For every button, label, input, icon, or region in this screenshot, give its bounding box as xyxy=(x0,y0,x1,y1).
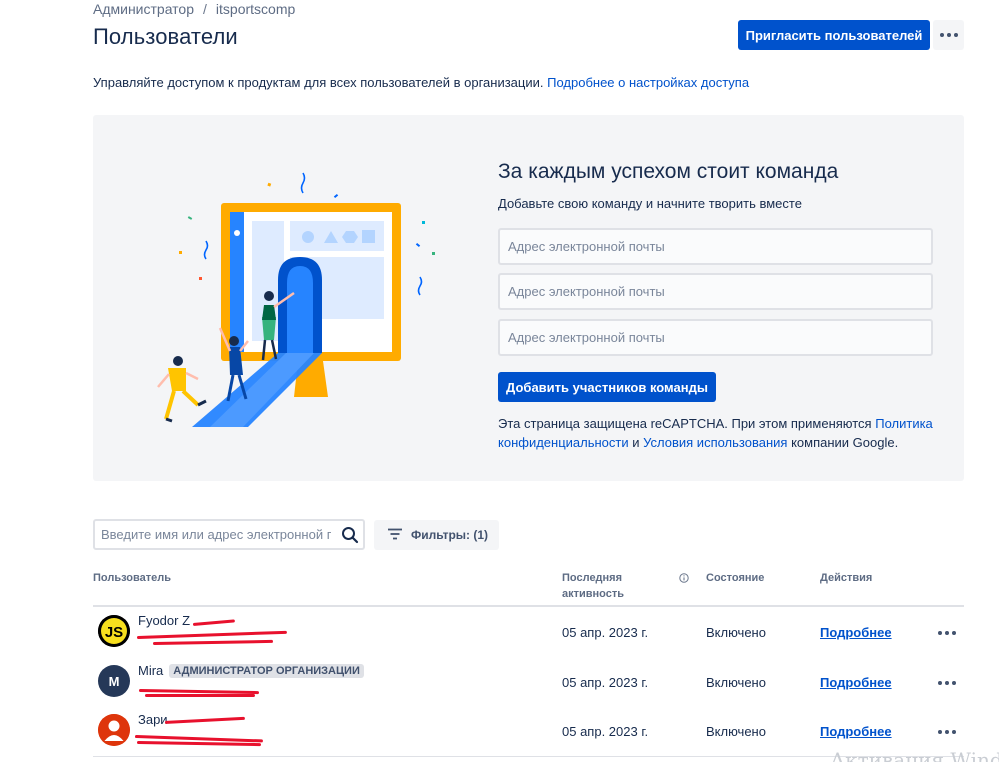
redaction-mark xyxy=(145,694,255,697)
details-link[interactable]: Подробнее xyxy=(820,675,892,690)
row-more-button[interactable] xyxy=(935,623,959,643)
filters-button[interactable]: Фильтры: (1) xyxy=(374,520,499,550)
last-activity-value: 05 апр. 2023 г. xyxy=(562,675,649,690)
filters-label: Фильтры: (1) xyxy=(411,528,489,542)
search-input[interactable] xyxy=(95,521,337,548)
user-avatar-icon xyxy=(98,714,130,746)
promo-subtitle: Добавьте свою команду и начните творить … xyxy=(498,196,802,211)
avatar-initials: JS xyxy=(105,624,123,641)
last-activity-value: 05 апр. 2023 г. xyxy=(562,625,649,640)
more-horizontal-icon xyxy=(939,33,958,37)
details-link[interactable]: Подробнее xyxy=(820,625,892,640)
email-field-2[interactable] xyxy=(498,273,933,310)
user-name-cell: Mira АДМИНИСТРАТОР ОРГАНИЗАЦИИ xyxy=(138,663,364,678)
user-name[interactable]: Зари xyxy=(138,712,168,727)
search-icon[interactable] xyxy=(337,526,363,544)
redaction-mark xyxy=(164,716,245,724)
column-header-user[interactable]: Пользователь xyxy=(93,570,171,586)
state-value: Включено xyxy=(706,625,766,640)
email-field-1[interactable] xyxy=(498,228,933,265)
description-text: Управляйте доступом к продуктам для всех… xyxy=(93,75,544,90)
recaptcha-text: Эта страница защищена reCAPTCHA. При это… xyxy=(498,416,872,431)
recaptcha-suffix: компании Google. xyxy=(791,435,899,450)
terms-of-use-link[interactable]: Условия использования xyxy=(643,435,787,450)
more-horizontal-icon xyxy=(938,631,956,635)
breadcrumb-org[interactable]: itsportscomp xyxy=(216,1,295,17)
user-search xyxy=(93,519,365,550)
windows-activation-watermark: Активация Windows xyxy=(830,748,999,762)
redaction-mark xyxy=(136,630,287,639)
last-activity-value: 05 апр. 2023 г. xyxy=(562,724,649,739)
user-name[interactable]: Fyodor Z xyxy=(138,613,190,628)
user-name[interactable]: Mira xyxy=(138,663,163,678)
email-field-3[interactable] xyxy=(498,319,933,356)
avatar[interactable]: JS xyxy=(98,615,130,647)
page-description: Управляйте доступом к продуктам для всех… xyxy=(93,75,749,90)
filter-icon xyxy=(387,528,403,543)
more-horizontal-icon xyxy=(938,730,956,734)
column-header-actions: Действия xyxy=(820,572,873,584)
promo-title: За каждым успехом стоит команда xyxy=(498,160,839,183)
avatar[interactable]: M xyxy=(98,665,130,697)
avatar[interactable] xyxy=(98,714,130,746)
breadcrumb-admin[interactable]: Администратор xyxy=(93,1,194,17)
recaptcha-and: и xyxy=(632,435,640,450)
page-title: Пользователи xyxy=(93,24,238,49)
recaptcha-notice: Эта страница защищена reCAPTCHA. При это… xyxy=(498,414,943,452)
org-admin-badge: АДМИНИСТРАТОР ОРГАНИЗАЦИИ xyxy=(169,664,364,678)
breadcrumb-separator: / xyxy=(203,1,207,17)
page-more-button[interactable] xyxy=(933,20,964,50)
access-settings-link[interactable]: Подробнее о настройках доступа xyxy=(547,75,749,90)
redaction-mark xyxy=(152,639,274,645)
column-header-last-activity[interactable]: Последняя активность xyxy=(562,570,642,602)
details-link[interactable]: Подробнее xyxy=(820,724,892,739)
team-illustration xyxy=(157,172,435,427)
breadcrumb: Администратор / itsportscomp xyxy=(93,1,295,17)
row-more-button[interactable] xyxy=(935,722,959,742)
column-header-state[interactable]: Состояние xyxy=(706,570,764,586)
state-value: Включено xyxy=(706,675,766,690)
team-promo-panel: За каждым успехом стоит команда Добавьте… xyxy=(93,115,964,481)
add-team-members-button[interactable]: Добавить участников команды xyxy=(498,372,716,402)
table-row: M Mira АДМИНИСТРАТОР ОРГАНИЗАЦИИ 05 апр. … xyxy=(93,657,964,707)
row-more-button[interactable] xyxy=(935,673,959,693)
table-row: JS Fyodor Z 05 апр. 2023 г. Включено Под… xyxy=(93,607,964,657)
state-value: Включено xyxy=(706,724,766,739)
info-icon[interactable] xyxy=(679,572,689,588)
redaction-mark xyxy=(192,619,235,626)
invite-users-button[interactable]: Пригласить пользователей xyxy=(738,20,930,50)
more-horizontal-icon xyxy=(938,681,956,685)
